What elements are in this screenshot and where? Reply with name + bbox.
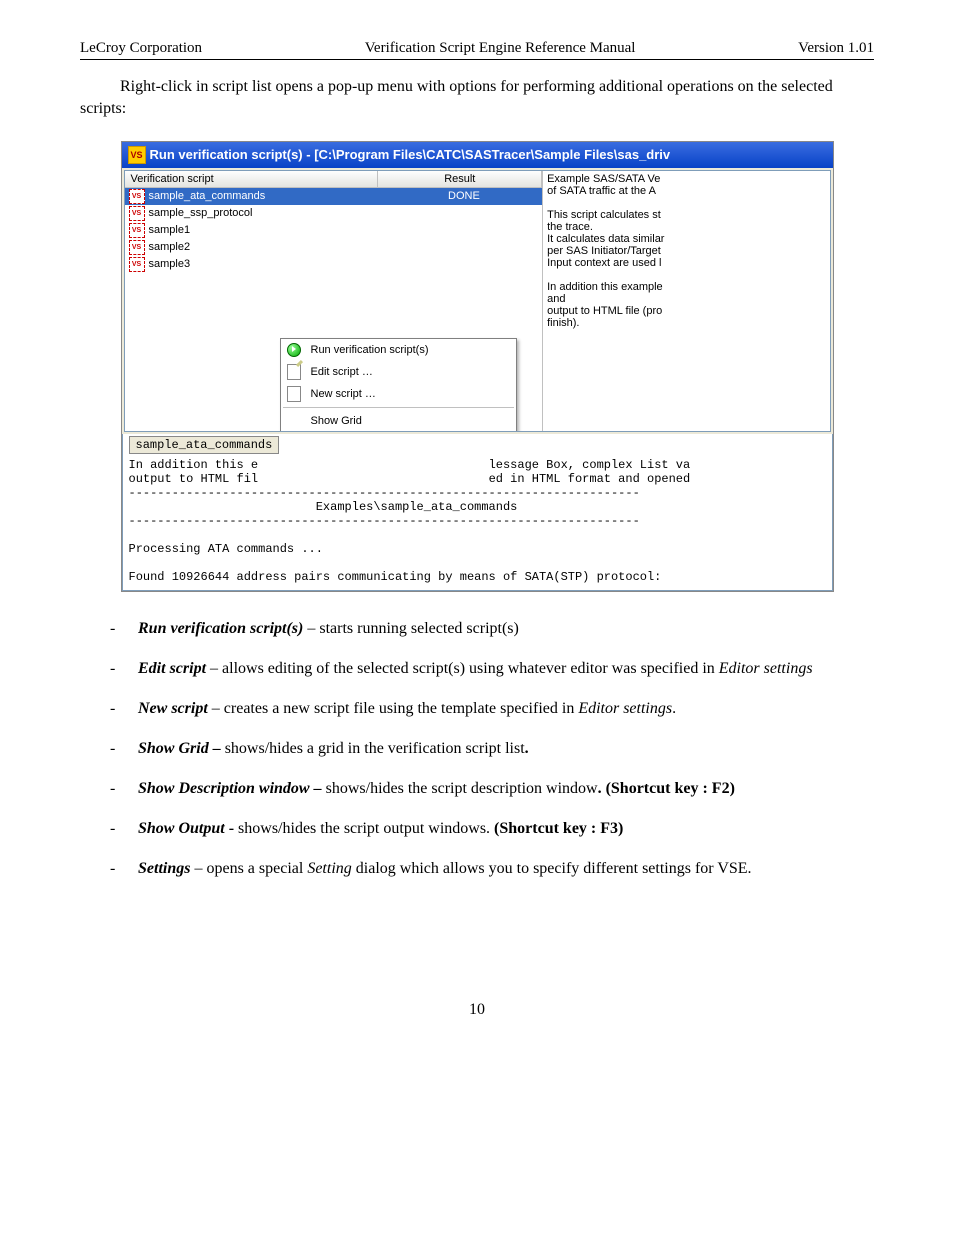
page-number: 10 — [80, 1001, 874, 1019]
definition: – starts running selected script(s) — [303, 620, 519, 637]
script-name: sample_ata_commands — [149, 190, 386, 202]
dash: - — [225, 820, 238, 837]
check-placeholder — [285, 413, 303, 429]
menu-run-scripts[interactable]: Run verification script(s) — [281, 339, 516, 361]
output-line: In addition this e — [129, 458, 259, 472]
menu-label: Edit script … — [311, 366, 508, 378]
vs-icon: VS — [129, 223, 145, 238]
script-list-pane: Verification script Result VS sample_ata… — [125, 171, 544, 431]
description-pane: Example SAS/SATA Ve of SATA traffic at t… — [543, 171, 829, 431]
list-row[interactable]: VS sample_ssp_protocol — [125, 205, 543, 222]
vs-icon: VS — [129, 240, 145, 255]
context-menu: Run verification script(s) Edit script …… — [280, 338, 517, 431]
output-line: Found 10926644 address pairs communicati… — [129, 570, 662, 584]
definition: shows/hides the script output windows. — [238, 820, 494, 837]
output-line: Processing ATA commands ... — [129, 542, 323, 556]
definition: – opens a special — [190, 860, 307, 877]
run-icon — [285, 342, 303, 358]
menu-label: Show Grid — [311, 415, 508, 427]
header-right: Version 1.01 — [798, 40, 874, 57]
output-sep: ----------------------------------------… — [129, 514, 640, 528]
definition-em: Setting — [307, 860, 351, 877]
vs-icon: VS — [129, 189, 145, 204]
col-header-script[interactable]: Verification script — [125, 171, 379, 187]
script-name: sample1 — [149, 224, 386, 236]
definition: . — [525, 740, 529, 757]
definition: shows/hides a grid in the verification s… — [221, 740, 525, 757]
vs-icon: VS — [129, 206, 145, 221]
output-line: lessage Box, complex List va — [489, 458, 691, 472]
list-row[interactable]: VS sample1 — [125, 222, 543, 239]
definition: – creates a new script file using the te… — [208, 700, 579, 717]
definition: – allows editing of the selected script(… — [206, 660, 719, 677]
page-header: LeCroy Corporation Verification Script E… — [80, 40, 874, 60]
term: Settings — [138, 860, 190, 877]
main-panel: Verification script Result VS sample_ata… — [124, 170, 831, 432]
definition-em: Editor settings — [719, 660, 813, 677]
script-name: sample3 — [149, 258, 386, 270]
explain-run: Run verification script(s) – starts runn… — [110, 617, 874, 641]
list-row[interactable]: VS sample2 — [125, 239, 543, 256]
output-line: output to HTML fil — [129, 472, 259, 486]
explain-settings: Settings – opens a special Setting dialo… — [110, 857, 874, 881]
explain-edit: Edit script – allows editing of the sele… — [110, 657, 874, 681]
term: New script — [138, 700, 208, 717]
script-name: sample2 — [149, 241, 386, 253]
header-left: LeCroy Corporation — [80, 40, 202, 57]
script-name: sample_ssp_protocol — [149, 207, 386, 219]
output-pane: sample_ata_commands In addition this e l… — [122, 434, 833, 591]
window-title: Run verification script(s) - [C:\Program… — [150, 147, 671, 162]
list-row[interactable]: VS sample_ata_commands DONE — [125, 188, 543, 205]
vs-icon: VS — [129, 257, 145, 272]
list-row[interactable]: VS sample3 — [125, 256, 543, 273]
explain-output: Show Output - shows/hides the script out… — [110, 817, 874, 841]
intro-paragraph: Right-click in script list opens a pop-u… — [80, 76, 874, 121]
term: Show Description window – — [138, 780, 322, 797]
app-icon: VS — [128, 146, 146, 164]
shortcut: (Shortcut key : F3) — [494, 820, 623, 837]
result-cell: DONE — [390, 190, 538, 202]
menu-edit-script[interactable]: Edit script … — [281, 361, 516, 383]
menu-label: New script … — [311, 388, 508, 400]
explain-grid: Show Grid – shows/hides a grid in the ve… — [110, 737, 874, 761]
term: Edit script — [138, 660, 206, 677]
term: Run verification script(s) — [138, 620, 303, 637]
explanation-list: Run verification script(s) – starts runn… — [80, 617, 874, 881]
term: Show Grid – — [138, 740, 221, 757]
output-tab[interactable]: sample_ata_commands — [129, 436, 280, 454]
app-window: VS Run verification script(s) - [C:\Prog… — [121, 141, 834, 592]
window-titlebar: VS Run verification script(s) - [C:\Prog… — [122, 142, 833, 168]
output-line: Examples\sample_ata_commands — [129, 500, 518, 514]
shortcut: . (Shortcut key : F2) — [598, 780, 735, 797]
explain-desc-window: Show Description window – shows/hides th… — [110, 777, 874, 801]
definition-em: Editor settings — [578, 700, 672, 717]
main-area: Verification script Result VS sample_ata… — [122, 168, 833, 434]
list-body[interactable]: VS sample_ata_commands DONE VS sample_ss… — [125, 188, 543, 431]
header-center: Verification Script Engine Reference Man… — [202, 40, 798, 57]
edit-icon — [285, 364, 303, 380]
term: Show Output — [138, 820, 225, 837]
menu-show-grid[interactable]: Show Grid — [281, 410, 516, 431]
output-sep: ----------------------------------------… — [129, 486, 640, 500]
new-icon — [285, 386, 303, 402]
explain-new: New script – creates a new script file u… — [110, 697, 874, 721]
menu-separator — [283, 407, 514, 408]
definition: . — [672, 700, 676, 717]
col-header-result[interactable]: Result — [378, 171, 542, 187]
definition: dialog which allows you to specify diffe… — [352, 860, 752, 877]
definition: shows/hides the script description windo… — [322, 780, 598, 797]
menu-new-script[interactable]: New script … — [281, 383, 516, 405]
list-header: Verification script Result — [125, 171, 543, 188]
menu-label: Run verification script(s) — [311, 344, 508, 356]
output-line: ed in HTML format and opened — [489, 472, 691, 486]
